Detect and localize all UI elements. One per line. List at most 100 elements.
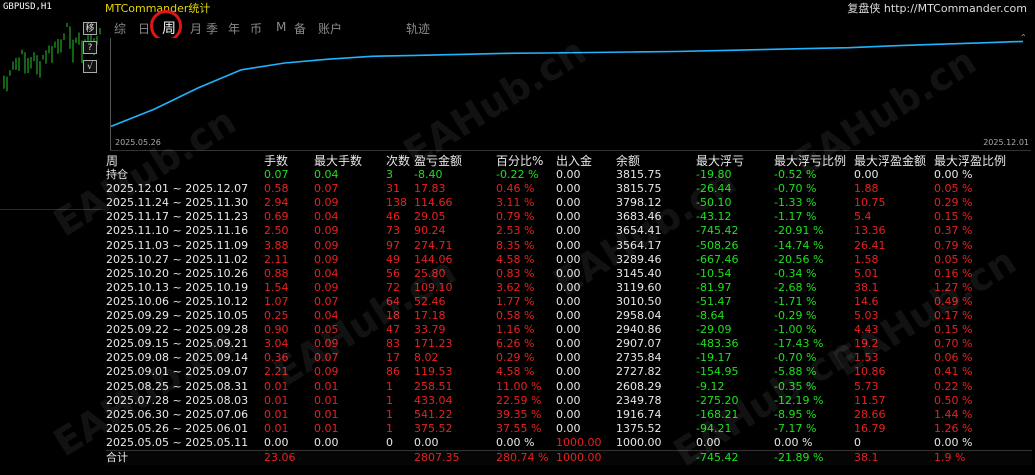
cell-balance: 3145.40 [616, 266, 662, 280]
cell-max_fp_pct: 0.79 % [934, 238, 973, 252]
weekly-stats-table: 周 手数 最大手数 次数 盈亏金额 百分比% 出入金 余额 最大浮亏 最大浮亏比例 最大浮盈金额 最大… [106, 154, 1032, 466]
cell-max_dd_pct: -1.33 % [774, 196, 817, 210]
cell-count: 64 [386, 294, 400, 308]
column-header[interactable]: 周 [106, 154, 118, 168]
cell-deposit: 0.00 [556, 379, 581, 393]
table-row: 2025.11.24 ~ 2025.11.30 2.94 0.09 138 114.66… [106, 196, 1032, 210]
cell-balance: 1916.74 [616, 407, 662, 421]
side-button-1[interactable]: ? [83, 41, 97, 54]
cell-pnl: 17.83 [414, 182, 446, 196]
cell-count: 49 [386, 252, 400, 266]
stats-panel: MTCommander统计 复盘侠 http://MTCommander.com… [46, 0, 1033, 475]
column-header[interactable]: 手数 [264, 154, 288, 168]
cell-max_fp_pct: 0.50 % [934, 393, 973, 407]
cell-period: 2025.08.25 ~ 2025.08.31 [106, 379, 249, 393]
cell-max_dd: -50.10 [696, 196, 732, 210]
cell-balance: 3289.46 [616, 252, 662, 266]
cell-max_dd: -9.12 [696, 379, 725, 393]
cell-max_fp: 5.4 [854, 210, 872, 224]
column-header[interactable]: 余额 [616, 154, 640, 168]
cell-max_fp_pct: 0.05 % [934, 252, 973, 266]
cell-pnl: 375.52 [414, 421, 453, 435]
cell-balance: 3564.17 [616, 238, 662, 252]
tab-0[interactable]: 综 [114, 20, 126, 37]
cell-lots: 0.58 [264, 182, 289, 196]
cell-max_lots: 0.01 [314, 393, 339, 407]
cell-deposit: 0.00 [556, 393, 581, 407]
cell-period: 2025.05.05 ~ 2025.05.11 [106, 435, 249, 449]
tab-6[interactable]: 币 [250, 20, 262, 37]
cell-lots: 0.01 [264, 421, 289, 435]
cell-pct: 1.16 % [496, 323, 535, 337]
equity-end-date: 2025.12.01 [983, 138, 1029, 147]
cell-max_lots: 0.09 [314, 196, 339, 210]
cell-count: 31 [386, 182, 400, 196]
cell-max_dd: -275.20 [696, 393, 739, 407]
cell-max_lots: 0.04 [314, 210, 339, 224]
cell-max_dd: -19.17 [696, 351, 732, 365]
scroll-up-icon[interactable]: ⌃ [1020, 33, 1029, 43]
tab-7[interactable]: M [276, 20, 286, 34]
cell-deposit: 0.00 [556, 238, 581, 252]
brand-link[interactable]: 复盘侠 http://MTCommander.com [847, 0, 1027, 16]
cell-max_dd_pct: -0.70 % [774, 351, 817, 365]
tab-4[interactable]: 季 [206, 20, 218, 37]
column-header[interactable]: 最大浮亏 [696, 154, 744, 168]
cell-deposit: 0.00 [556, 421, 581, 435]
cell-lots: 2.94 [264, 196, 289, 210]
cell-max_dd: -168.21 [696, 407, 739, 421]
column-header[interactable]: 次数 [386, 154, 410, 168]
cell-max_dd_pct: -8.95 % [774, 407, 817, 421]
cell-max_fp: 38.1 [854, 280, 879, 294]
cell-max_fp_pct: 0.17 % [934, 309, 973, 323]
tab-1[interactable]: 日 [138, 20, 150, 37]
side-button-0[interactable]: 移 [83, 22, 97, 35]
table-row: 2025.10.20 ~ 2025.10.26 0.88 0.04 56 25.80 0.… [106, 267, 1032, 281]
table-row: 2025.11.17 ~ 2025.11.23 0.69 0.04 46 29.05 0.… [106, 210, 1032, 224]
cell-max_fp: 5.73 [854, 379, 879, 393]
cell-max_fp_pct: 0.00 % [934, 435, 973, 449]
cell-count: 46 [386, 210, 400, 224]
cell-max_lots: 0.04 [314, 309, 339, 323]
cell-deposit: 0.00 [556, 196, 581, 210]
cell-balance: 1000.00 [616, 435, 662, 449]
cell-max_dd: -94.21 [696, 421, 732, 435]
cell-lots: 0.90 [264, 323, 289, 337]
column-header[interactable]: 百分比% [496, 154, 543, 168]
cell-pct: 22.59 % [496, 393, 542, 407]
cell-period: 2025.09.15 ~ 2025.09.21 [106, 337, 249, 351]
column-header[interactable]: 最大浮亏比例 [774, 154, 846, 168]
cell-max_dd_pct: -2.68 % [774, 280, 817, 294]
cell-max_lots: 0.07 [314, 351, 339, 365]
cell-balance: 3815.75 [616, 182, 662, 196]
cell-pct: 0.46 % [496, 182, 535, 196]
column-header[interactable]: 出入金 [556, 154, 592, 168]
table-row: 持仓 0.07 0.04 3 -8.40 -0.22 % 0.00 3815.75 -19.80… [106, 168, 1032, 182]
table-row: 2025.10.13 ~ 2025.10.19 1.54 0.09 72 109.10 3… [106, 281, 1032, 295]
column-header[interactable]: 最大手数 [314, 154, 362, 168]
tab-5[interactable]: 年 [228, 20, 240, 37]
cell-pct: 2.53 % [496, 224, 535, 238]
tab-9[interactable]: 账户 [318, 20, 342, 37]
cell-max_fp_pct: 1.44 % [934, 407, 973, 421]
cell-max_fp_pct: 1.26 % [934, 421, 973, 435]
table-row: 2025.05.05 ~ 2025.05.11 0.00 0.00 0 0.00 0.00… [106, 436, 1032, 450]
cell-max_dd: -43.12 [696, 210, 732, 224]
cell-max_fp_pct: 0.16 % [934, 266, 973, 280]
tab-8[interactable]: 备 [294, 20, 306, 37]
column-header[interactable]: 最大浮盈金额 [854, 154, 926, 168]
tab-3[interactable]: 月 [190, 20, 202, 37]
cell-deposit: 1000.00 [556, 450, 602, 464]
cell-balance: 3654.41 [616, 224, 662, 238]
cell-count: 17 [386, 351, 400, 365]
cell-max_dd_pct: -1.00 % [774, 323, 817, 337]
column-header[interactable]: 盈亏金额 [414, 154, 462, 168]
equity-curve: 2025.05.26 2025.12.01 [110, 38, 1031, 151]
cell-pct: 0.79 % [496, 210, 535, 224]
cell-pnl: 119.53 [414, 365, 453, 379]
column-header[interactable]: 最大浮盈比例 [934, 154, 1006, 168]
side-button-2[interactable]: √ [83, 60, 97, 73]
cell-deposit: 0.00 [556, 252, 581, 266]
tab-10[interactable]: 轨迹 [406, 20, 430, 37]
cell-count: 1 [386, 407, 393, 421]
